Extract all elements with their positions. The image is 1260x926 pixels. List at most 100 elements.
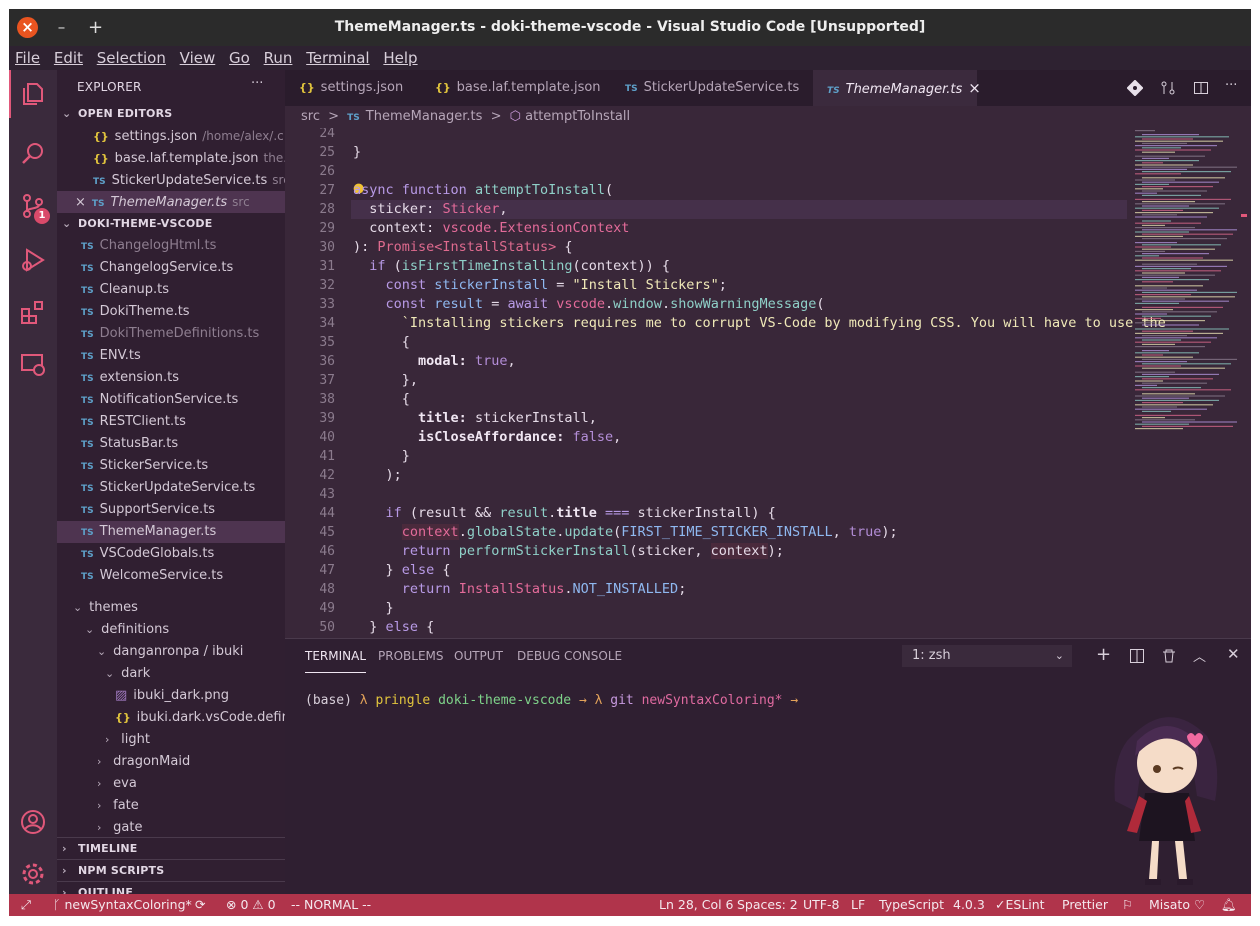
remote-icon[interactable]: ⤢ [21,894,31,916]
indentation[interactable]: Spaces: 2 [737,894,798,916]
explorer-icon[interactable] [19,80,47,108]
tab-problems[interactable]: PROBLEMS [378,639,444,673]
eslint-status[interactable]: ✓ESLint [995,894,1045,916]
folder-fate[interactable]: › fate [57,795,285,817]
menu-view[interactable]: View [180,46,216,70]
file-item[interactable]: TS extension.ts [57,367,285,389]
folder-dark[interactable]: ⌄ dark [57,663,285,685]
cursor-position[interactable]: Ln 28, Col 6 [659,894,734,916]
open-editors-header[interactable]: ⌄ OPEN EDITORS [57,103,285,125]
remote-explorer-icon[interactable] [19,350,47,378]
tab-theme-manager[interactable]: TS ThemeManager.ts × [813,70,981,106]
file-ibuki-dark-json[interactable]: {}ibuki.dark.vsCode.definit... [57,707,285,729]
line-number: 34 [319,316,335,331]
more-actions-icon[interactable]: ··· [1225,78,1237,93]
folder-danganronpa-ibuki[interactable]: ⌄ danganronpa / ibuki [57,641,285,663]
folder-dragonmaid[interactable]: › dragonMaid [57,751,285,773]
code-editor[interactable]: 24 25 26 27 28 29 30 31 32 33 34 35 36 37 38 39 40 41 42 43… [285,128,1251,638]
folder-eva[interactable]: › eva [57,773,285,795]
prettier-status[interactable]: Prettier [1062,894,1108,916]
tab-sticker-update-service[interactable]: TS StickerUpdateService.ts [611,70,813,106]
line-number: 49 [319,601,335,616]
run-debug-icon[interactable] [19,246,47,274]
extensions-icon[interactable] [19,298,47,326]
timeline-header[interactable]: › TIMELINE [57,837,285,859]
minimap[interactable] [1133,128,1237,638]
open-editor-settings-json[interactable]: {}settings.json/home/alex/.c... [57,125,285,147]
anime-sticker-image [1114,717,1218,885]
problems-indicator[interactable]: ⊗ 0 ⚠ 0 [226,894,276,916]
close-editor-icon[interactable]: × [75,195,86,210]
file-item[interactable]: TS ChangelogHtml.ts [57,235,285,257]
menu-go[interactable]: Go [229,46,250,70]
account-icon[interactable] [19,808,47,836]
file-item[interactable]: TS SupportService.ts [57,499,285,521]
tab-settings-json[interactable]: {} settings.json [285,70,421,106]
maximize-panel-icon[interactable]: ︿ [1193,646,1206,665]
file-item[interactable]: TS Cleanup.ts [57,279,285,301]
folder-themes[interactable]: ⌄ themes [57,597,285,619]
file-item[interactable]: TS RESTClient.ts [57,411,285,433]
file-item[interactable]: TS DokiTheme.ts [57,301,285,323]
file-item[interactable]: TS StatusBar.ts [57,433,285,455]
typescript-file-icon: TS [81,462,94,472]
terminal-select[interactable]: 1: zsh ⌄ [902,645,1072,667]
line-number: 42 [319,468,335,483]
doki-theme-status[interactable]: Misato ♡ [1149,894,1205,916]
tab-output[interactable]: OUTPUT [454,639,503,673]
tab-base-laf-template[interactable]: {} base.laf.template.json [421,70,611,106]
new-terminal-icon[interactable]: + [1096,644,1111,665]
close-tab-icon[interactable]: × [968,79,981,97]
menu-terminal[interactable]: Terminal [306,46,369,70]
scrollbar-marker[interactable] [1241,214,1247,217]
terminal-output[interactable]: (base) λ pringle doki-theme-vscode → λ g… [305,693,798,708]
menu-file[interactable]: File [15,46,40,70]
open-changes-icon[interactable] [1127,80,1143,96]
breadcrumb-symbol[interactable]: attemptToInstall [525,109,630,124]
folder-definitions[interactable]: ⌄ definitions [57,619,285,641]
tab-terminal[interactable]: TERMINAL [305,639,367,673]
file-ibuki-dark-png[interactable]: ▨ ibuki_dark.png [57,685,285,707]
folder-light[interactable]: › light [57,729,285,751]
split-editor-icon[interactable] [1193,80,1209,96]
explorer-more-icon[interactable]: ··· [251,76,263,91]
line-number: 48 [319,582,335,597]
menu-selection[interactable]: Selection [97,46,166,70]
encoding[interactable]: UTF-8 [803,894,839,916]
search-icon[interactable] [19,140,47,168]
file-item[interactable]: TS ThemeManager.ts [57,521,285,543]
compare-icon[interactable] [1160,80,1176,96]
menu-run[interactable]: Run [264,46,293,70]
file-item[interactable]: TS ENV.ts [57,345,285,367]
open-editor-theme-manager[interactable]: × TS ThemeManager.ts src [57,191,285,213]
menu-help[interactable]: Help [383,46,417,70]
trash-icon[interactable] [1162,649,1176,663]
branch-indicator[interactable]: ᚴ newSyntaxColoring* [53,894,192,916]
npm-scripts-header[interactable]: › NPM SCRIPTS [57,859,285,881]
sync-icon[interactable]: ⟳ [195,894,205,916]
close-panel-icon[interactable]: ✕ [1227,645,1240,663]
ts-version[interactable]: 4.0.3 [953,894,985,916]
tab-debug-console[interactable]: DEBUG CONSOLE [517,639,622,673]
file-item[interactable]: TS VSCodeGlobals.ts [57,543,285,565]
breadcrumb-file[interactable]: ThemeManager.ts [366,109,483,124]
file-item[interactable]: TS NotificationService.ts [57,389,285,411]
end-of-line[interactable]: LF [851,894,865,916]
split-terminal-icon[interactable] [1130,649,1144,663]
notifications-bell-icon[interactable]: 🔔︎ [1221,894,1237,916]
open-editor-base-laf[interactable]: {}base.laf.template.jsonthe... [57,147,285,169]
feedback-icon[interactable]: ⚐ [1122,894,1133,916]
settings-gear-icon[interactable] [19,860,47,888]
open-editor-sticker-update[interactable]: TSStickerUpdateService.tssrc [57,169,285,191]
file-item[interactable]: TS DokiThemeDefinitions.ts [57,323,285,345]
project-header[interactable]: ⌄ DOKI-THEME-VSCODE [57,213,285,235]
file-item[interactable]: TS StickerService.ts [57,455,285,477]
outline-header[interactable]: › OUTLINE [57,881,285,894]
folder-gate[interactable]: › gate [57,817,285,839]
file-item[interactable]: TS ChangelogService.ts [57,257,285,279]
menu-edit[interactable]: Edit [54,46,83,70]
language-mode[interactable]: TypeScript [879,894,944,916]
file-item[interactable]: TS StickerUpdateService.ts [57,477,285,499]
file-item[interactable]: TS WelcomeService.ts [57,565,285,587]
breadcrumb-folder[interactable]: src [301,109,320,124]
